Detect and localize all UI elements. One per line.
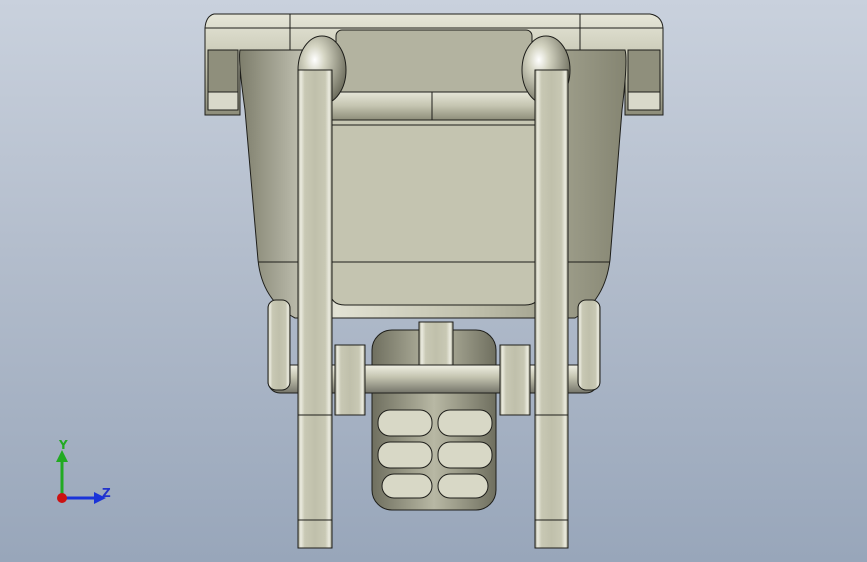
x-axis-dot-icon <box>57 493 67 503</box>
graphics-viewport[interactable]: Y Z <box>0 0 867 562</box>
wheel <box>371 321 497 511</box>
wheelbarrow-model[interactable] <box>0 0 867 562</box>
y-axis-label: Y <box>58 440 68 452</box>
handle-bar <box>297 29 571 121</box>
axis-triad: Y Z <box>56 440 111 504</box>
z-axis-label: Z <box>102 486 111 500</box>
